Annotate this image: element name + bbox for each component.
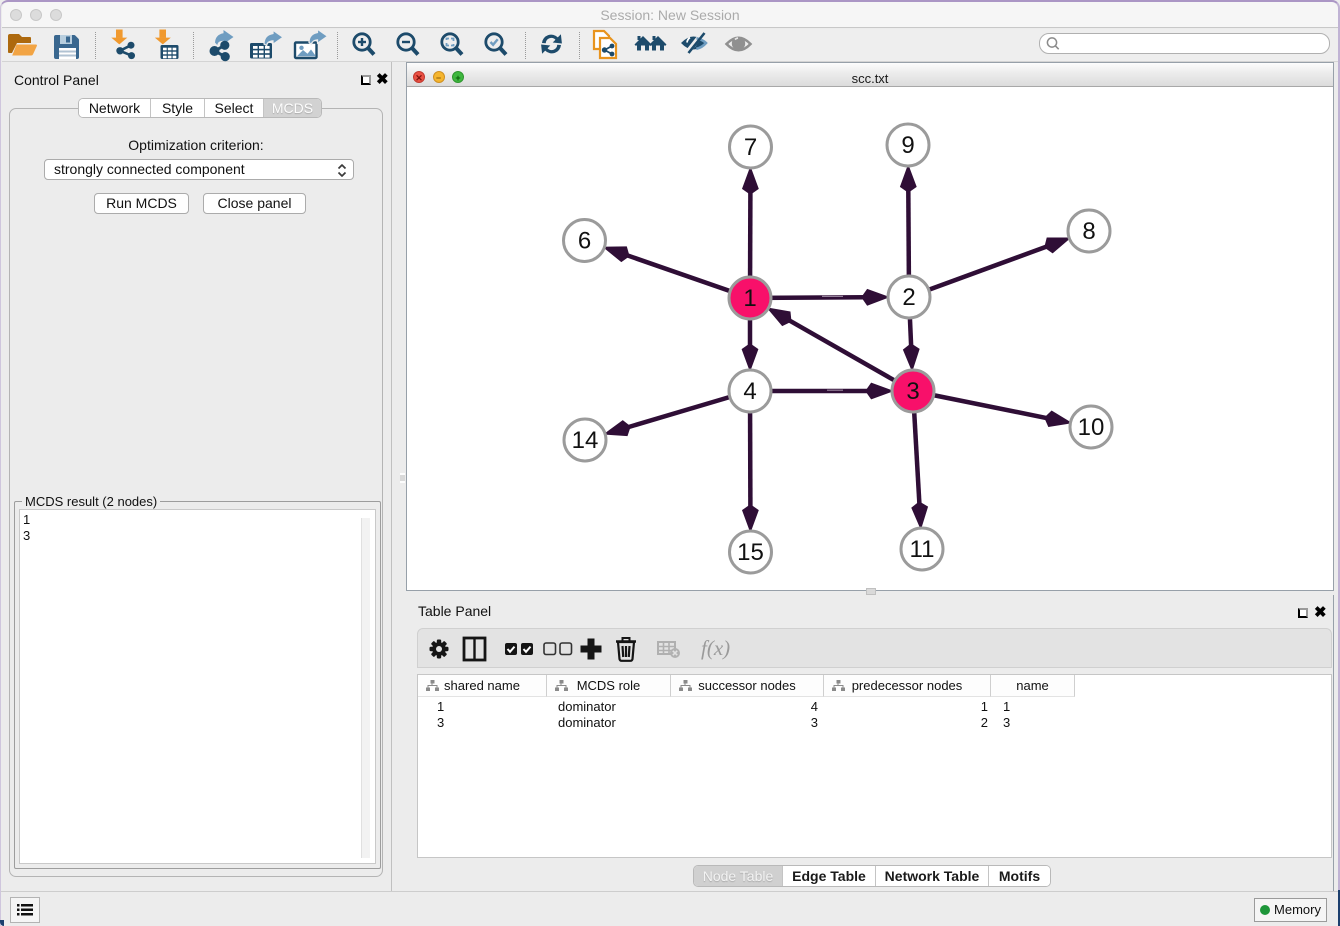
svg-text:7: 7 xyxy=(744,134,757,161)
svg-text:3: 3 xyxy=(906,378,919,405)
svg-text:1: 1 xyxy=(743,285,756,312)
svg-text:6: 6 xyxy=(578,228,591,255)
svg-text:9: 9 xyxy=(901,132,914,159)
svg-text:f(x): f(x) xyxy=(701,636,730,660)
svg-text:14: 14 xyxy=(572,427,599,454)
svg-text:11: 11 xyxy=(910,536,935,563)
svg-text:10: 10 xyxy=(1078,414,1105,441)
svg-text:15: 15 xyxy=(737,539,764,566)
svg-text:8: 8 xyxy=(1082,218,1095,245)
svg-text:2: 2 xyxy=(902,284,915,311)
svg-text:4: 4 xyxy=(743,378,756,405)
